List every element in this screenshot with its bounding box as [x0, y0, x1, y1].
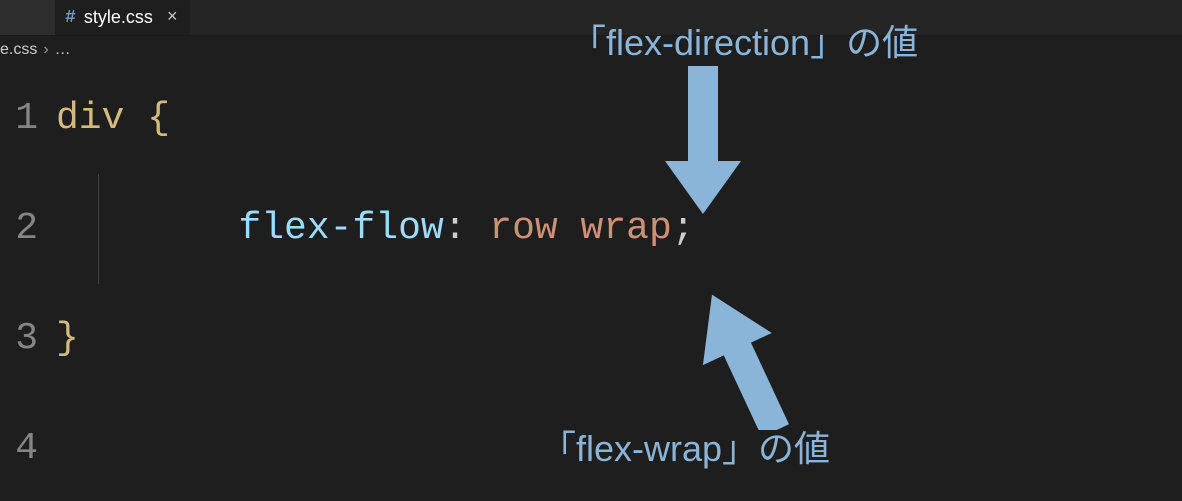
token-selector: div: [56, 100, 124, 138]
chevron-right-icon: ›: [43, 41, 48, 59]
token-space: [124, 100, 147, 138]
indent-guide: [98, 174, 99, 284]
tab-style-css[interactable]: # style.css ×: [55, 0, 191, 35]
breadcrumb[interactable]: e.css › …: [0, 36, 1182, 64]
tab-title: style.css: [84, 7, 153, 28]
code-line-4[interactable]: [56, 394, 1182, 501]
token-value-wrap: wrap: [581, 210, 672, 248]
line-number: 4: [0, 394, 38, 501]
line-number-gutter: 1 2 3 4: [0, 64, 56, 501]
breadcrumb-file[interactable]: e.css: [0, 41, 37, 59]
token-close-brace: }: [56, 320, 79, 358]
token-property: flex-flow: [238, 210, 443, 248]
token-semicolon: ;: [672, 210, 695, 248]
token-colon: :: [444, 210, 467, 248]
code-editor[interactable]: 1 2 3 4 div { flex-flow: row wrap; }: [0, 64, 1182, 501]
token-space: [558, 210, 581, 248]
token-open-brace: {: [147, 100, 170, 138]
breadcrumb-ellipsis[interactable]: …: [55, 41, 71, 59]
line-number: 2: [0, 174, 38, 284]
line-number: 3: [0, 284, 38, 394]
line-number: 1: [0, 64, 38, 174]
close-icon[interactable]: ×: [167, 9, 178, 27]
tab-bar: # style.css ×: [0, 0, 1182, 36]
css-file-icon: #: [65, 8, 76, 28]
tab-spacer: [0, 0, 55, 35]
code-area[interactable]: div { flex-flow: row wrap; }: [56, 64, 1182, 501]
token-space: [466, 210, 489, 248]
code-line-2[interactable]: flex-flow: row wrap;: [56, 174, 1182, 284]
token-indent: [56, 210, 238, 248]
code-line-3[interactable]: }: [56, 284, 1182, 394]
token-value-row: row: [489, 210, 557, 248]
code-line-1[interactable]: div {: [56, 64, 1182, 174]
